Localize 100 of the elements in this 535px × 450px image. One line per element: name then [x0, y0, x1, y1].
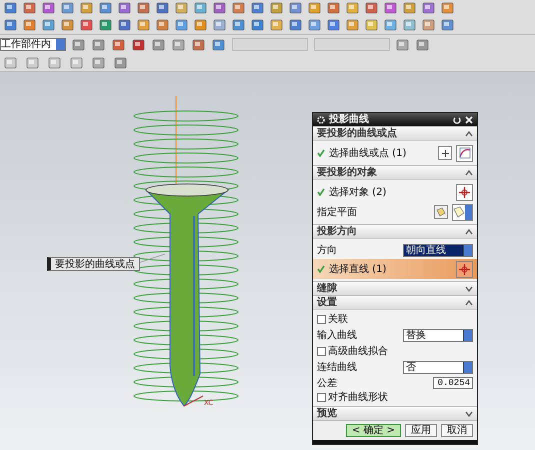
toolbar-icon[interactable] [42, 18, 56, 32]
expand-chevron-icon[interactable] [465, 286, 473, 292]
toolbar-icon[interactable] [132, 38, 146, 52]
toolbar-icon[interactable] [212, 38, 226, 52]
toolbar-icon[interactable] [213, 1, 227, 15]
toolbar-icon[interactable] [327, 18, 341, 32]
toolbar-icon[interactable] [213, 18, 227, 32]
section-header[interactable]: 缝隙 [313, 281, 477, 295]
toolbar-icon[interactable] [156, 18, 170, 32]
toolbar-icon[interactable] [80, 18, 94, 32]
toolbar-icon[interactable] [192, 38, 206, 52]
toolbar-icon[interactable] [48, 56, 62, 70]
toolbar-icon[interactable] [118, 18, 132, 32]
toolbar-icon[interactable] [137, 1, 151, 15]
toolbar-icon[interactable] [251, 1, 265, 15]
checkbox[interactable] [317, 392, 326, 402]
toolbar-icon[interactable] [118, 1, 132, 15]
collapse-chevron-icon[interactable] [465, 170, 473, 176]
toolbar-icon[interactable] [308, 18, 322, 32]
crosshair-icon [459, 186, 470, 198]
checkbox[interactable] [317, 314, 326, 324]
toolbar-icon[interactable] [4, 56, 18, 70]
toolbar-icon[interactable] [61, 1, 75, 15]
toolbar-icon[interactable] [416, 38, 430, 52]
toolbar-icon[interactable] [441, 1, 455, 15]
section-header[interactable]: 要投影的曲线或点 [313, 126, 477, 140]
selection-row[interactable]: 选择曲线或点 (1) [313, 143, 477, 163]
dropdown-field[interactable]: 否 [403, 360, 473, 374]
toolbar-icon[interactable] [251, 18, 265, 32]
point-button[interactable] [438, 146, 452, 160]
toolbar-icon[interactable] [422, 18, 436, 32]
toolbar-icon[interactable] [384, 1, 398, 15]
selection-row[interactable]: 选择对象 (2) [313, 182, 477, 202]
toolbar-icon[interactable] [4, 1, 18, 15]
toolbar-icon[interactable] [92, 56, 106, 70]
reset-icon[interactable] [453, 116, 461, 124]
dropdown-field[interactable]: 朝向直线 [403, 244, 473, 256]
toolbar-icon[interactable] [422, 1, 436, 15]
toolbar-icon[interactable] [289, 18, 303, 32]
toolbar-icon[interactable] [194, 18, 208, 32]
toolbar-icon[interactable] [270, 18, 284, 32]
toolbar-icon[interactable] [403, 18, 417, 32]
selection-row[interactable]: 选择直线 (1) [313, 259, 477, 279]
toolbar-icon[interactable] [72, 38, 86, 52]
close-icon[interactable] [465, 116, 473, 124]
field-label: 方向 [317, 244, 338, 258]
dialog-button[interactable]: 应用 [405, 424, 437, 437]
toolbar-icon[interactable] [61, 18, 75, 32]
toolbar-icon[interactable] [23, 1, 37, 15]
section-header[interactable]: 投影方向 [313, 224, 477, 238]
toolbar-icon[interactable] [80, 1, 94, 15]
toolbar-icon[interactable] [346, 1, 360, 15]
toolbar-icon[interactable] [112, 38, 126, 52]
section-header[interactable]: 设置 [313, 295, 477, 309]
toolbar-icon[interactable] [114, 56, 128, 70]
toolbar-icon[interactable] [232, 18, 246, 32]
tolerance-field[interactable]: 0.0254 [433, 377, 473, 389]
toolbar-icon[interactable] [172, 38, 186, 52]
toolbar-icon[interactable] [175, 1, 189, 15]
section-header[interactable]: 要投影的对象 [313, 165, 477, 179]
toolbar-icon[interactable] [327, 1, 341, 15]
toolbar-icon[interactable] [42, 1, 56, 15]
toolbar-icon[interactable] [70, 56, 84, 70]
toolbar-icon[interactable] [175, 18, 189, 32]
collapse-chevron-icon[interactable] [465, 300, 473, 306]
expand-chevron-icon[interactable] [465, 410, 473, 416]
toolbar-icon[interactable] [92, 38, 106, 52]
toolbar-icon[interactable] [99, 18, 113, 32]
curve-button[interactable] [456, 144, 473, 162]
toolbar-icon[interactable] [270, 1, 284, 15]
settings-icon[interactable] [317, 116, 325, 124]
toolbar-icon[interactable] [308, 1, 322, 15]
toolbar-icon[interactable] [396, 38, 410, 52]
toolbar-icon[interactable] [346, 18, 360, 32]
section-header[interactable]: 预览 [313, 406, 477, 420]
collapse-chevron-icon[interactable] [465, 228, 473, 234]
toolbar-icon[interactable] [23, 18, 37, 32]
crosshair-button[interactable] [456, 184, 473, 200]
dialog-button[interactable]: < 确定 > [346, 424, 401, 437]
toolbar-icon[interactable] [4, 18, 18, 32]
collapse-chevron-icon[interactable] [465, 130, 473, 136]
toolbar-icon[interactable] [365, 1, 379, 15]
toolbar-icon[interactable] [156, 1, 170, 15]
crosshair-button[interactable] [456, 260, 473, 278]
dropdown-field[interactable]: 替换 [403, 328, 473, 342]
toolbar-icon[interactable] [152, 38, 166, 52]
dialog-button[interactable]: 取消 [441, 424, 473, 437]
toolbar-icon[interactable] [194, 1, 208, 15]
toolbar-icon[interactable] [365, 18, 379, 32]
checkbox[interactable] [317, 346, 326, 356]
toolbar-icon[interactable] [289, 1, 303, 15]
toolbar-icon[interactable] [403, 1, 417, 15]
plane-type-dropdown[interactable] [452, 204, 473, 220]
toolbar-icon[interactable] [384, 18, 398, 32]
toolbar-icon[interactable] [232, 1, 246, 15]
toolbar-icon[interactable] [99, 1, 113, 15]
toolbar-icon[interactable] [137, 18, 151, 32]
toolbar-icon[interactable] [441, 18, 455, 32]
toolbar-icon[interactable] [26, 56, 40, 70]
plane-dialog-button[interactable] [434, 205, 448, 219]
